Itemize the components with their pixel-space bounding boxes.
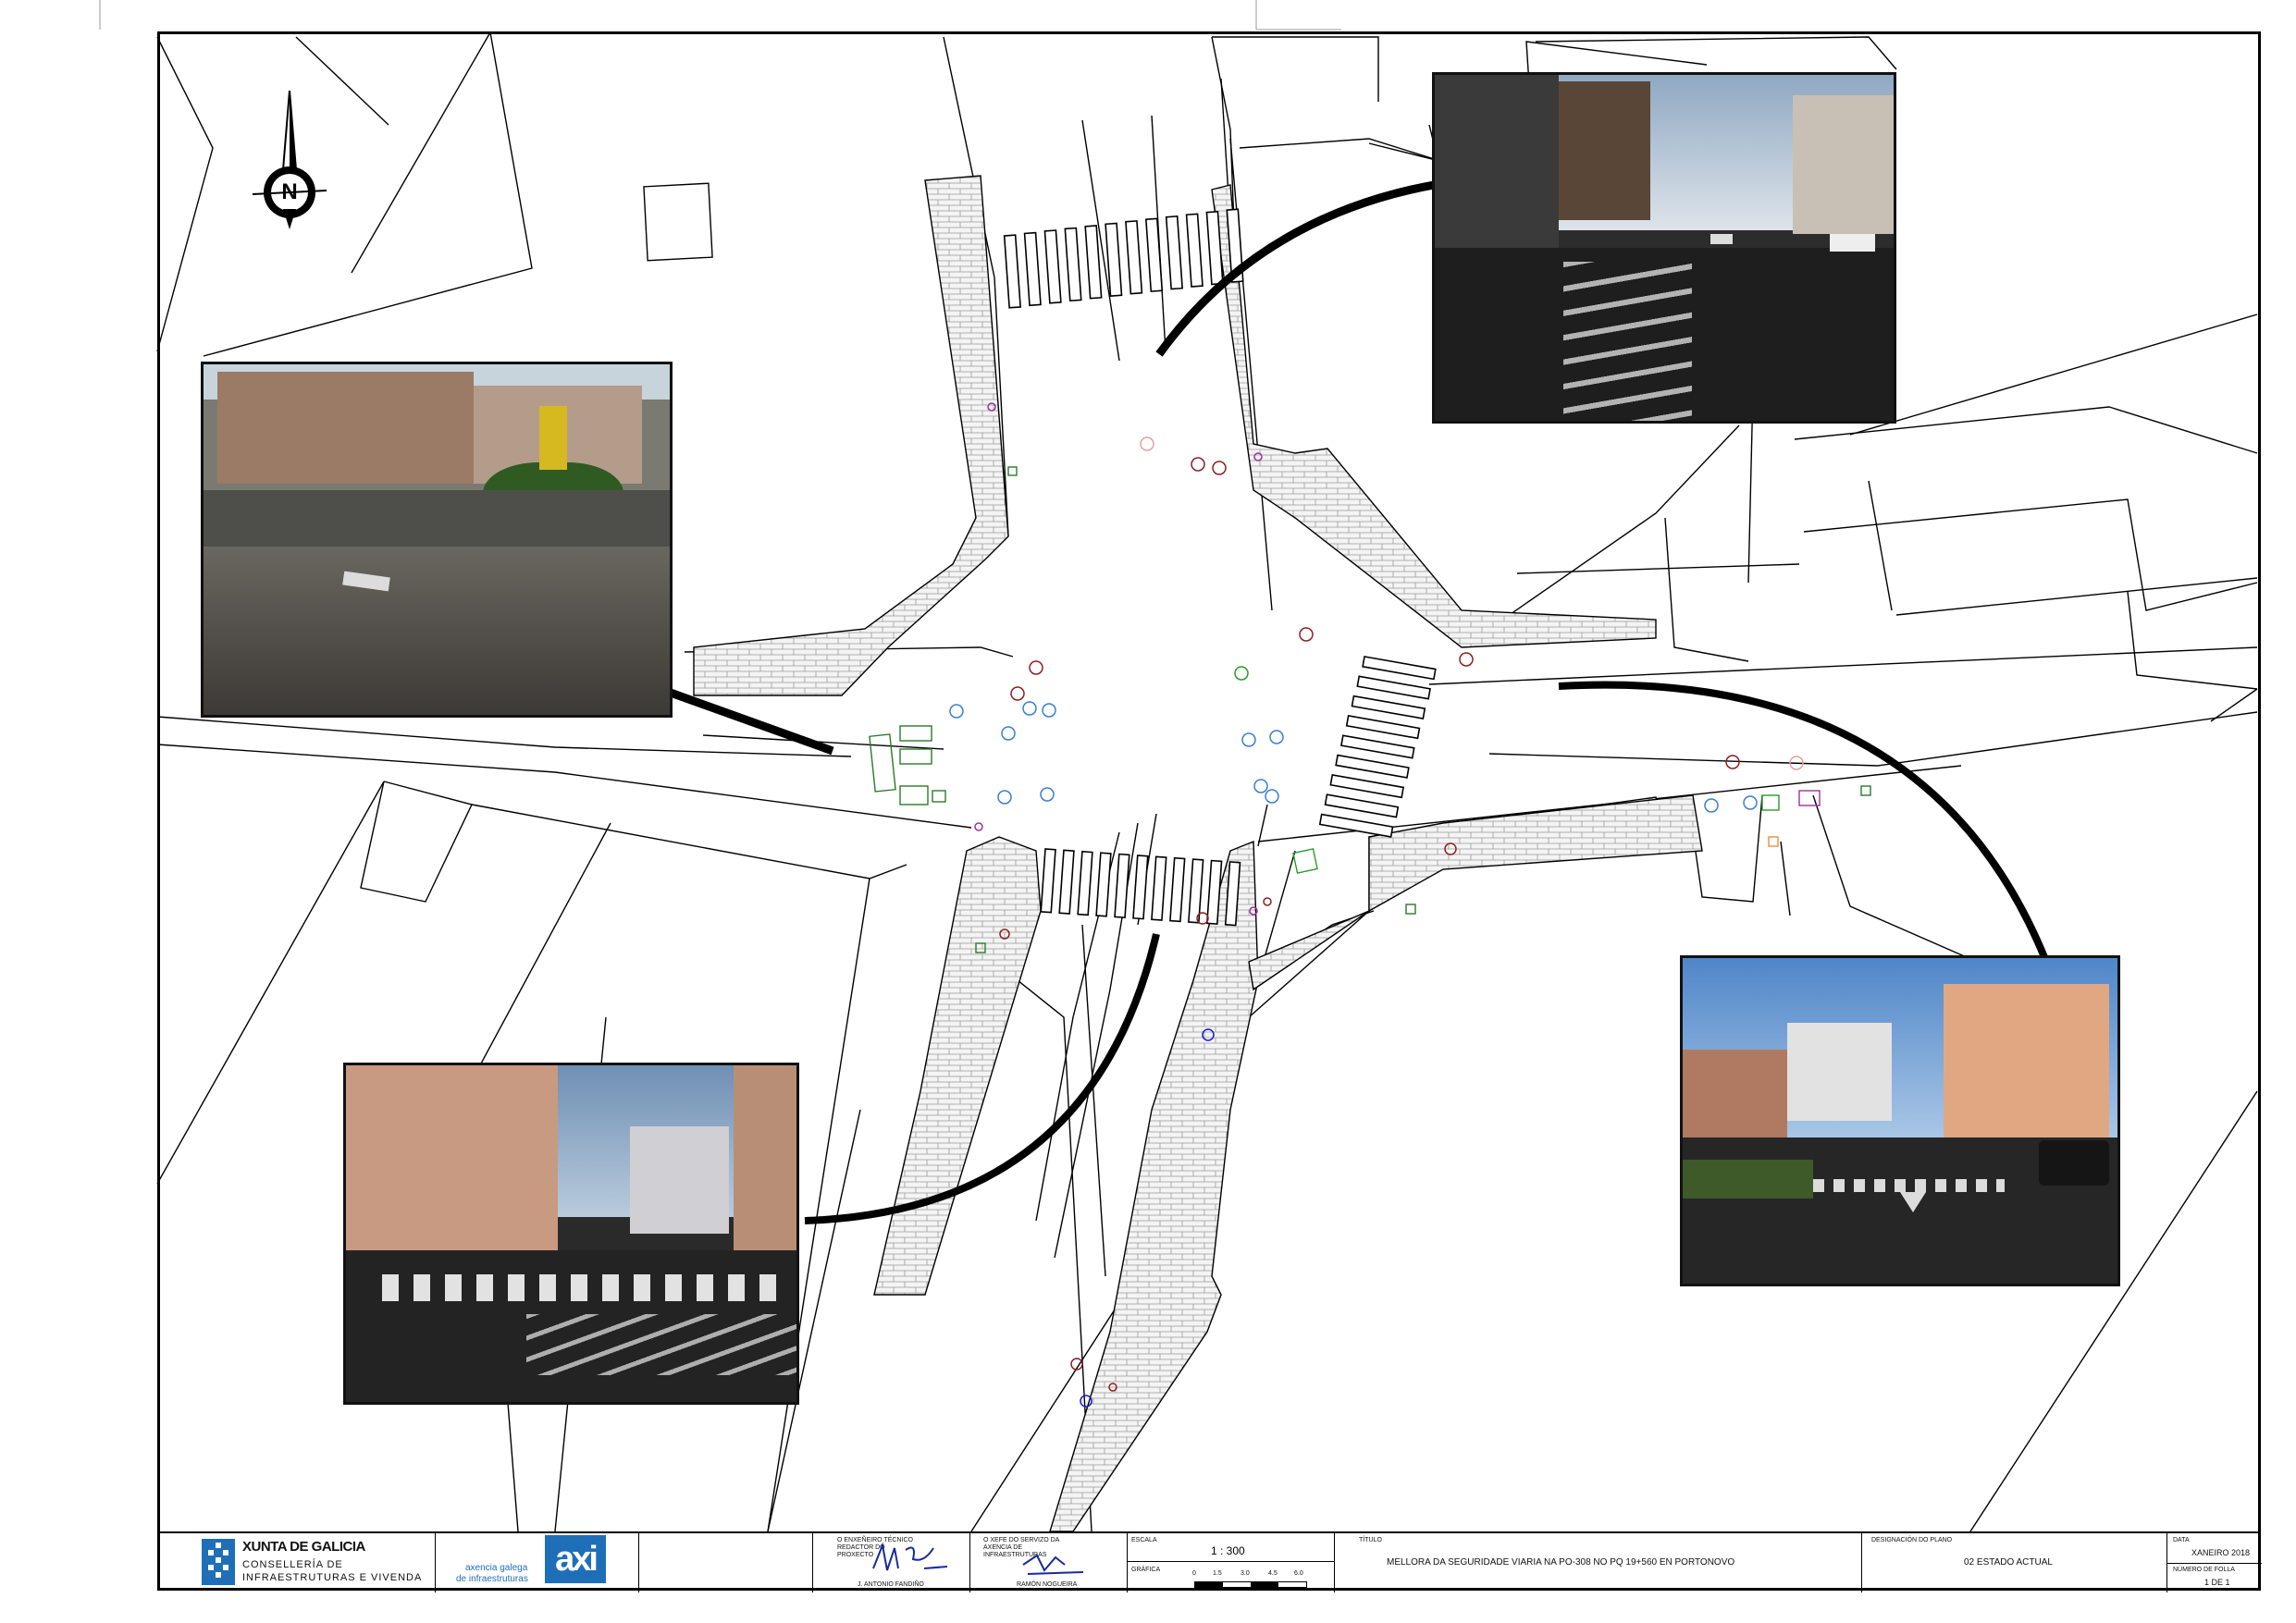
north-arrow: N [248,90,331,229]
scale-cell: ESCALA 1 : 300 GRÁFICA 0 1.5 3.0 4.5 6.0 [1127,1533,1335,1592]
photo-top-right [1432,72,1896,424]
north-arrow-icon [252,90,327,229]
project-title: MELLORA DA SEGURIDADE VIARIA NA PO-308 N… [1387,1557,1735,1568]
scale-value: 1 : 300 [1211,1544,1245,1557]
sheet-caption: NÚMERO DE FOLLA [2173,1567,2235,1573]
graphic-tick-0: 0 [1192,1570,1196,1577]
plan-cell: DESIGNACIÓN DO PLANO 02 ESTADO ACTUAL [1861,1533,2166,1592]
plan-title: 02 ESTADO ACTUAL [1964,1557,2053,1568]
engineer-cell: O ENXEÑEIRO TÉCNICO REDACTOR DO PROXECTO… [812,1533,969,1592]
graphic-tick-4: 6.0 [1294,1570,1303,1577]
graphic-tick-2: 3.0 [1241,1570,1250,1577]
xunta-cell: XUNTA DE GALICIA CONSELLERÍA DE INFRAEST… [157,1533,435,1592]
title-block: XUNTA DE GALICIA CONSELLERÍA DE INFRAEST… [157,1531,2262,1592]
project-cell: TÍTULO MELLORA DA SEGURIDADE VIARIA NA P… [1334,1533,1861,1592]
street-photo-east-icon [1683,958,2117,1284]
service-cell: O XEFE DO SERVIZO DA AXENCIA DE INFRAEST… [969,1533,1127,1592]
photo-bottom-left [343,1063,799,1405]
graphic-scale-bar [1194,1581,1307,1588]
photo-left [201,362,673,718]
axi-line1: axencia galega [465,1563,528,1573]
graphic-tick-1: 1.5 [1213,1570,1222,1577]
blank-cell [638,1533,812,1592]
engineer-signature-icon [872,1542,948,1571]
north-label: N [281,179,298,204]
engineer-name: J. ANTONIO FANDIÑO [858,1581,924,1588]
service-signature-icon [1022,1554,1084,1575]
plan-caption: DESIGNACIÓN DO PLANO [1871,1537,1953,1543]
xunta-name: XUNTA DE GALICIA [242,1539,365,1555]
graphic-caption: GRÁFICA [1131,1567,1161,1573]
photo-right [1680,955,2120,1286]
axi-line2: de infraestruturas [456,1574,528,1584]
sheet-value: 1 DE 1 [2204,1578,2230,1587]
street-photo-northeast-icon [1435,75,1894,421]
date-value: XANEIRO 2018 [2191,1548,2251,1557]
plan-sheet: N XUNTA DE GALICIA CONSELLERÍA DE INFRAE… [0,0,2296,1623]
date-cell: DATA XANEIRO 2018 NÚMERO DE FOLLA 1 DE 1 [2166,1533,2262,1592]
consellaria-line2: INFRAESTRUTURAS E VIVENDA [242,1572,423,1583]
project-caption: TÍTULO [1359,1537,1382,1543]
consellaria-line1: CONSELLERÍA DE [242,1559,343,1570]
scale-caption: ESCALA [1131,1537,1157,1543]
axi-logo: axi [545,1535,606,1583]
street-photo-west-icon [204,364,670,715]
street-photo-south-icon [346,1065,796,1402]
date-caption: DATA [2173,1537,2190,1543]
service-name: RAMÓN NOGUEIRA [1017,1581,1078,1588]
xunta-emblem-icon [202,1539,235,1585]
axi-cell: axencia galega de infraestruturas axi [435,1533,638,1592]
graphic-tick-3: 4.5 [1268,1570,1278,1577]
